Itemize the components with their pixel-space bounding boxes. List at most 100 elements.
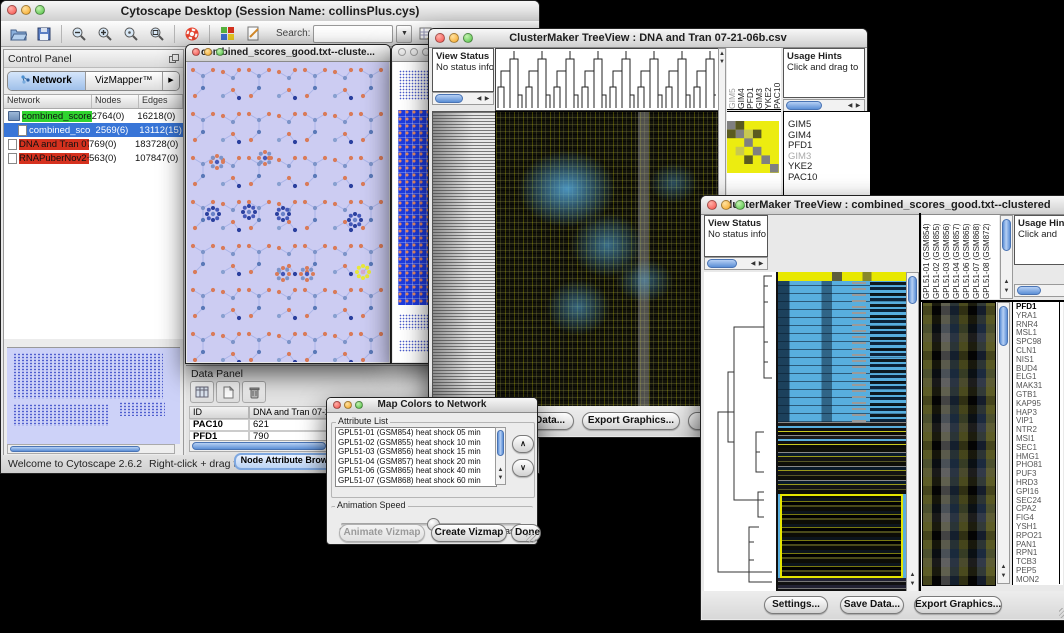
minimize-button[interactable] bbox=[449, 33, 459, 43]
new-attribute-icon[interactable] bbox=[216, 381, 240, 403]
save-session-icon[interactable] bbox=[33, 24, 55, 44]
help-lifering-icon[interactable] bbox=[181, 24, 203, 44]
treeview2-titlebar[interactable]: ClusterMaker TreeView : combined_scores_… bbox=[701, 196, 1064, 215]
network-item-icon bbox=[8, 139, 17, 150]
usage-hints-hscrollbar[interactable] bbox=[1014, 284, 1064, 297]
zoom-button[interactable] bbox=[735, 200, 745, 210]
column-label: PAC10 bbox=[772, 75, 781, 109]
network-nodes-count: 769(0) bbox=[89, 139, 135, 150]
zoom-actual-icon[interactable] bbox=[120, 24, 142, 44]
heatmap-selection-rect[interactable] bbox=[780, 494, 903, 578]
heatmap-main[interactable] bbox=[778, 272, 906, 592]
save-data-button[interactable]: Save Data... bbox=[840, 596, 904, 614]
minimize-button[interactable] bbox=[204, 48, 212, 56]
column-labels-vscrollbar[interactable]: ▲ ▼ bbox=[1000, 215, 1013, 299]
gene-label[interactable]: GIM5 bbox=[788, 120, 870, 131]
zoom-button[interactable] bbox=[216, 48, 224, 56]
network-table-header: Network Nodes Edges bbox=[4, 94, 183, 109]
minimize-button[interactable] bbox=[344, 401, 352, 409]
search-input[interactable] bbox=[313, 25, 393, 43]
attr-col-id[interactable]: ID bbox=[189, 406, 249, 419]
network-list-row[interactable]: combined_sco 2569(6) 13112(15) bbox=[4, 123, 183, 137]
column-label: YKE2 bbox=[763, 75, 772, 109]
column-label: GPL51-08 (GSM872) bbox=[982, 221, 992, 299]
network-overview-thumbnail[interactable] bbox=[7, 347, 180, 444]
view-status-hscrollbar[interactable]: ◀ ▶ bbox=[704, 257, 768, 270]
gene-label[interactable]: PAC10 bbox=[788, 173, 870, 184]
annotation-icon[interactable] bbox=[242, 24, 264, 44]
tab-network[interactable]: Network bbox=[8, 72, 86, 90]
network-nodes-count: 2569(6) bbox=[96, 125, 140, 136]
main-titlebar[interactable]: Cytoscape Desktop (Session Name: collins… bbox=[1, 1, 539, 22]
network-list-row[interactable]: DNA and Tran 07 769(0) 183728(0) bbox=[4, 137, 183, 151]
gene-label[interactable]: MON2 bbox=[1016, 576, 1063, 585]
attribute-item[interactable]: GPL51-03 (GSM856) heat shock 15 min bbox=[336, 447, 496, 457]
zoom-out-icon[interactable] bbox=[68, 24, 90, 44]
gene-label[interactable]: YKE2 bbox=[788, 162, 870, 173]
attribute-item[interactable]: GPL51-01 (GSM854) heat shock 05 min bbox=[336, 428, 496, 438]
zoom-in-icon[interactable] bbox=[94, 24, 116, 44]
close-button[interactable] bbox=[398, 48, 406, 56]
minimize-button[interactable] bbox=[721, 200, 731, 210]
attribute-item[interactable]: GPL51-07 (GSM868) heat shock 60 min bbox=[336, 476, 496, 486]
select-attributes-icon[interactable] bbox=[190, 381, 214, 403]
row-dendrogram[interactable] bbox=[704, 272, 778, 592]
minimize-button[interactable] bbox=[21, 5, 31, 15]
close-button[interactable] bbox=[192, 48, 200, 56]
data-panel-hscrollbar[interactable] bbox=[189, 440, 331, 452]
map-dialog-titlebar[interactable]: Map Colors to Network bbox=[327, 398, 537, 413]
open-session-icon[interactable] bbox=[7, 24, 29, 44]
close-button[interactable] bbox=[333, 401, 341, 409]
more-tabs-button[interactable]: ▶ bbox=[163, 72, 179, 90]
move-down-button[interactable]: ∨ bbox=[512, 459, 534, 477]
export-graphics-button[interactable]: Export Graphics... bbox=[914, 596, 1002, 614]
heatmap-vscrollbar[interactable]: ▲ ▼ bbox=[906, 272, 919, 592]
settings-button[interactable]: Settings... bbox=[764, 596, 828, 614]
view-status-hscrollbar[interactable]: ◀ ▶ bbox=[432, 92, 494, 105]
attribute-item[interactable]: GPL51-02 (GSM855) heat shock 10 min bbox=[336, 438, 496, 448]
resize-grip[interactable] bbox=[1059, 608, 1064, 618]
minimize-button[interactable] bbox=[410, 48, 418, 56]
network-canvas[interactable] bbox=[187, 62, 389, 362]
gene-label[interactable]: PFD1 bbox=[788, 141, 870, 152]
search-dropdown-button[interactable]: ▼ bbox=[396, 25, 412, 43]
float-panel-icon[interactable] bbox=[169, 54, 179, 63]
usage-hints-panel: Usage Hints Click and drag to bbox=[783, 48, 865, 98]
close-button[interactable] bbox=[707, 200, 717, 210]
zoom-button[interactable] bbox=[35, 5, 45, 15]
attribute-item[interactable]: GPL51-06 (GSM865) heat shock 40 min bbox=[336, 466, 496, 476]
network-view-titlebar[interactable]: combined_scores_good.txt--cluste... bbox=[186, 45, 390, 62]
control-panel-hscrollbar[interactable] bbox=[7, 444, 175, 454]
heatmap-zoomed-selection[interactable] bbox=[922, 302, 996, 586]
tab-vizmapper[interactable]: VizMapper™ bbox=[86, 72, 164, 90]
export-graphics-button[interactable]: Export Graphics... bbox=[582, 412, 680, 430]
heatmap-zoomed-selection[interactable] bbox=[727, 121, 779, 173]
heatmap-main[interactable] bbox=[495, 111, 719, 409]
close-button[interactable] bbox=[435, 33, 445, 43]
resize-grip[interactable] bbox=[526, 533, 536, 543]
vizmap-icon[interactable] bbox=[216, 24, 238, 44]
zoom-button[interactable] bbox=[355, 401, 363, 409]
network-item-icon bbox=[18, 125, 27, 136]
zoom-fit-icon[interactable] bbox=[146, 24, 168, 44]
create-vizmap-button[interactable]: Create Vizmap bbox=[431, 524, 507, 542]
map-colors-dialog: Map Colors to Network Attribute List GPL… bbox=[326, 397, 538, 545]
network-list-row[interactable]: combined_scores 2764(0) 16218(0) bbox=[4, 109, 183, 123]
animate-vizmap-button[interactable]: Animate Vizmap bbox=[339, 524, 425, 542]
close-button[interactable] bbox=[7, 5, 17, 15]
column-dendrogram[interactable] bbox=[495, 48, 719, 111]
network-list-row[interactable]: RNAPuberNov2+ 563(0) 107847(0) bbox=[4, 151, 183, 165]
attribute-item[interactable]: GPL51-04 (GSM857) heat shock 20 min bbox=[336, 457, 496, 467]
move-up-button[interactable]: ∧ bbox=[512, 435, 534, 453]
column-label: GIM5 bbox=[727, 75, 736, 109]
delete-attribute-trash-icon[interactable] bbox=[242, 381, 266, 403]
view-status-panel: View Status No status info bbox=[704, 215, 768, 257]
attribute-list-group: Attribute List GPL51-01 (GSM854) heat sh… bbox=[331, 422, 535, 498]
attribute-list-vscrollbar[interactable]: ▲ ▼ bbox=[495, 427, 506, 485]
zoom-vscrollbar[interactable]: ▲ ▼ bbox=[997, 302, 1010, 584]
row-dendrogram[interactable] bbox=[432, 111, 496, 409]
zoom-button[interactable] bbox=[463, 33, 473, 43]
treeview1-titlebar[interactable]: ClusterMaker TreeView : DNA and Tran 07-… bbox=[429, 29, 867, 48]
main-window-title: Cytoscape Desktop (Session Name: collins… bbox=[121, 4, 420, 18]
attribute-list[interactable]: GPL51-01 (GSM854) heat shock 05 minGPL51… bbox=[335, 427, 497, 487]
